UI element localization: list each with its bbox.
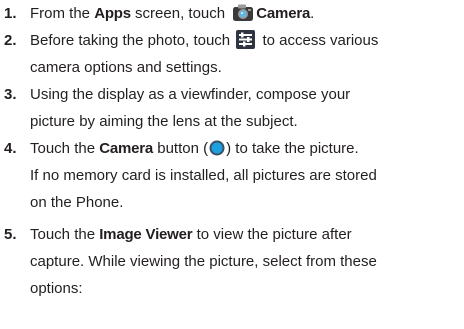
emphasis-term: Camera (256, 5, 311, 22)
text-run: to view the picture after (192, 226, 352, 243)
text-run: to access various (258, 32, 379, 49)
step-number: 3. (4, 86, 17, 103)
settings-icon (236, 30, 256, 49)
text-run: button ( (153, 140, 209, 157)
step-line: Before taking the photo, touch to access… (30, 27, 462, 54)
emphasis-term: Apps (94, 5, 131, 22)
step-3: 3. Using the display as a viewfinder, com… (0, 81, 464, 135)
step-line: options: (30, 275, 462, 302)
step-line: Touch the Image Viewer to view the pictu… (30, 221, 462, 248)
step-number: 5. (4, 226, 17, 243)
text-run: camera options and settings. (30, 59, 222, 76)
step-line: If no memory card is installed, all pict… (30, 162, 462, 189)
text-run: screen, touch (130, 5, 230, 22)
step-line: on the Phone. (30, 189, 462, 216)
step-line: camera options and settings. (30, 54, 462, 81)
step-4: 4. Touch the Camera button ( ) to take the… (0, 135, 464, 216)
text-run: Touch the (30, 140, 100, 157)
step-1: 1. From the Apps screen, touch Camera. (0, 0, 464, 27)
step-line: capture. While viewing the picture, sele… (30, 248, 462, 275)
step-text: Using the display as a viewfinder, compo… (30, 81, 462, 135)
step-text: From the Apps screen, touch Camera. (30, 0, 462, 27)
step-line: From the Apps screen, touch Camera. (30, 0, 462, 27)
camera-icon (232, 3, 254, 22)
text-run: on the Phone. (30, 194, 124, 211)
step-number: 4. (4, 140, 17, 157)
step-2: 2. Before taking the photo, touch to acce… (0, 27, 464, 81)
text-run: From the (30, 5, 95, 22)
step-text: Touch the Image Viewer to view the pictu… (30, 221, 462, 302)
text-run: ) to take the picture. (226, 140, 359, 157)
emphasis-term: Camera (99, 140, 154, 157)
step-line: Using the display as a viewfinder, compo… (30, 81, 462, 108)
text-run: capture. While viewing the picture, sele… (30, 253, 377, 270)
text-run: Before taking the photo, touch (30, 32, 235, 49)
step-text: Touch the Camera button ( ) to take the p… (30, 135, 462, 216)
step-number: 2. (4, 32, 17, 49)
text-run: Using the display as a viewfinder, compo… (30, 86, 351, 103)
text-run: . (310, 5, 315, 22)
text-run: Touch the (30, 226, 100, 243)
step-number: 1. (4, 5, 17, 22)
text-run: If no memory card is installed, all pict… (30, 167, 377, 184)
step-text: Before taking the photo, touch to access… (30, 27, 462, 81)
emphasis-term: Image Viewer (99, 226, 193, 243)
step-line: picture by aiming the lens at the subjec… (30, 108, 462, 135)
shutter-icon (209, 138, 225, 156)
text-run: options: (30, 280, 83, 297)
step-line: Touch the Camera button ( ) to take the p… (30, 135, 462, 162)
step-5: 5. Touch the Image Viewer to view the pic… (0, 221, 464, 302)
text-run: picture by aiming the lens at the subjec… (30, 113, 298, 130)
